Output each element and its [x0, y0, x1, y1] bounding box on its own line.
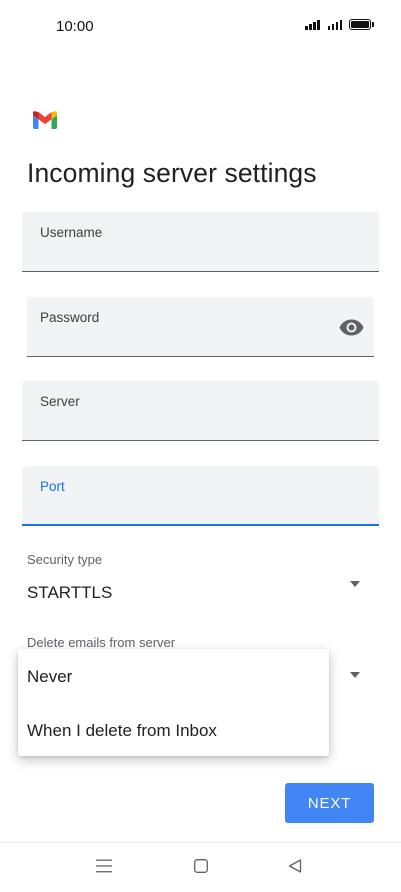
- security-type-value: STARTTLS: [27, 583, 113, 602]
- menu-item-never[interactable]: Never: [27, 667, 72, 687]
- username-label: Username: [40, 225, 103, 240]
- delete-emails-label: Delete emails from server: [27, 635, 176, 650]
- signal-1-icon: [305, 19, 320, 30]
- security-type-label: Security type: [27, 552, 103, 567]
- server-field[interactable]: Server: [22, 381, 379, 441]
- chevron-down-icon: [350, 581, 360, 587]
- status-bar: 10:00: [0, 0, 401, 54]
- password-field[interactable]: Password: [27, 297, 374, 357]
- signal-2-icon: [327, 19, 342, 30]
- username-field[interactable]: Username: [22, 212, 379, 272]
- status-icons: [305, 19, 374, 30]
- chevron-down-icon: [350, 672, 360, 678]
- screen: 10:00 Incoming server settings Username …: [0, 0, 401, 892]
- port-label: Port: [40, 479, 65, 494]
- gmail-logo-icon: [33, 111, 57, 129]
- status-time: 10:00: [56, 18, 94, 35]
- home-square-icon[interactable]: [194, 859, 208, 873]
- battery-icon: [349, 19, 374, 30]
- password-label: Password: [40, 310, 100, 325]
- delete-emails-menu: Never When I delete from Inbox: [18, 649, 329, 756]
- port-field[interactable]: Port: [22, 466, 379, 526]
- next-button[interactable]: NEXT: [285, 783, 374, 823]
- nav-bar: [0, 842, 401, 892]
- page-title: Incoming server settings: [27, 158, 317, 188]
- eye-icon[interactable]: [339, 319, 364, 336]
- menu-item-when-delete-from-inbox[interactable]: When I delete from Inbox: [27, 721, 217, 741]
- menu-icon[interactable]: [96, 859, 112, 873]
- security-type-dropdown[interactable]: STARTTLS: [22, 570, 379, 610]
- back-triangle-icon[interactable]: [288, 859, 302, 873]
- server-label: Server: [40, 394, 80, 409]
